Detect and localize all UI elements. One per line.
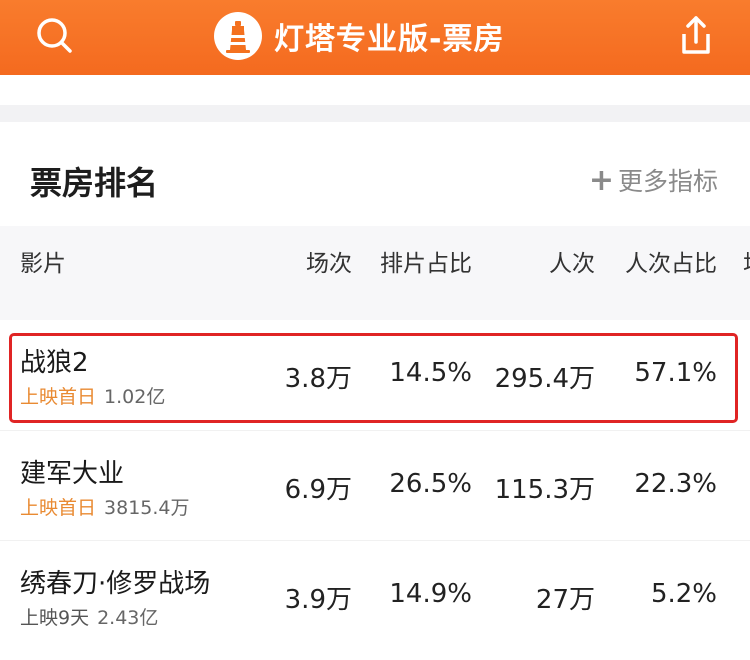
app-title: 灯塔专业版-票房: [274, 22, 505, 57]
screenings-value: 3.9万: [284, 585, 352, 615]
box-office-value: 1.02亿: [104, 386, 166, 408]
release-info: 上映首日 1.02亿: [20, 382, 165, 409]
top-strip: [0, 75, 750, 105]
release-tag: 上映首日: [20, 386, 97, 408]
screening-ratio-value: 14.9%: [389, 579, 472, 609]
column-header-cut-off[interactable]: 场: [743, 244, 750, 278]
column-header-attendance-ratio[interactable]: 人次占比: [625, 244, 717, 278]
header-title-group: 灯塔专业版-票房: [214, 10, 504, 62]
column-header-screenings[interactable]: 场次: [306, 244, 352, 278]
film-title: 建军大业: [20, 459, 125, 489]
attendance-ratio-value: 57.1%: [634, 358, 717, 388]
attendance-ratio-value: 22.3%: [634, 469, 717, 499]
table-header: 影片 场次 排片占比 人次 人次占比 场: [0, 226, 750, 320]
table-row[interactable]: 建军大业 上映首日 3815.4万 6.9万 26.5% 115.3万 22.3%: [0, 430, 750, 540]
attendance-value: 115.3万: [494, 475, 595, 505]
table-row[interactable]: 绣春刀·修罗战场 上映9天 2.43亿 3.9万 14.9% 27万 5.2%: [0, 540, 750, 650]
table-row[interactable]: 战狼2 上映首日 1.02亿 3.8万 14.5% 295.4万 57.1%: [0, 320, 750, 430]
section-title: 票房排名: [30, 164, 159, 202]
more-metrics-button[interactable]: + 更多指标: [589, 162, 718, 198]
app-screen: 灯塔专业版-票房 票房排名 + 更多指标 影片 场次 排片占比 人次 人次占比 …: [0, 0, 750, 660]
column-header-attendance[interactable]: 人次: [549, 244, 595, 278]
lighthouse-logo-icon: [214, 12, 262, 60]
release-info: 上映9天 2.43亿: [20, 603, 158, 630]
screening-ratio-value: 14.5%: [389, 358, 472, 388]
search-icon: [37, 18, 72, 53]
column-header-screening-ratio[interactable]: 排片占比: [380, 244, 472, 278]
attendance-value: 27万: [535, 585, 595, 615]
screenings-value: 6.9万: [284, 475, 352, 505]
app-header: 灯塔专业版-票房: [0, 0, 750, 75]
share-button[interactable]: [670, 10, 722, 62]
screenings-value: 3.8万: [284, 364, 352, 394]
ranking-list: 战狼2 上映首日 1.02亿 3.8万 14.5% 295.4万 57.1% 建军…: [0, 320, 750, 650]
attendance-ratio-value: 5.2%: [650, 579, 717, 609]
more-metrics-label: 更多指标: [617, 167, 718, 196]
film-title: 绣春刀·修罗战场: [20, 569, 211, 599]
column-header-film: 影片: [20, 251, 66, 277]
attendance-value: 295.4万: [494, 364, 595, 394]
release-tag: 上映9天: [20, 607, 90, 629]
release-tag: 上映首日: [20, 497, 97, 519]
box-office-ranking-card: 票房排名 + 更多指标 影片 场次 排片占比 人次 人次占比 场 战狼2 上映首…: [0, 122, 750, 660]
film-title: 战狼2: [20, 348, 89, 378]
release-info: 上映首日 3815.4万: [20, 493, 190, 520]
box-office-value: 2.43亿: [97, 607, 159, 629]
plus-icon: +: [588, 162, 614, 198]
box-office-value: 3815.4万: [104, 497, 190, 519]
share-icon: [682, 16, 710, 54]
search-button[interactable]: [30, 12, 82, 60]
screening-ratio-value: 26.5%: [389, 469, 472, 499]
